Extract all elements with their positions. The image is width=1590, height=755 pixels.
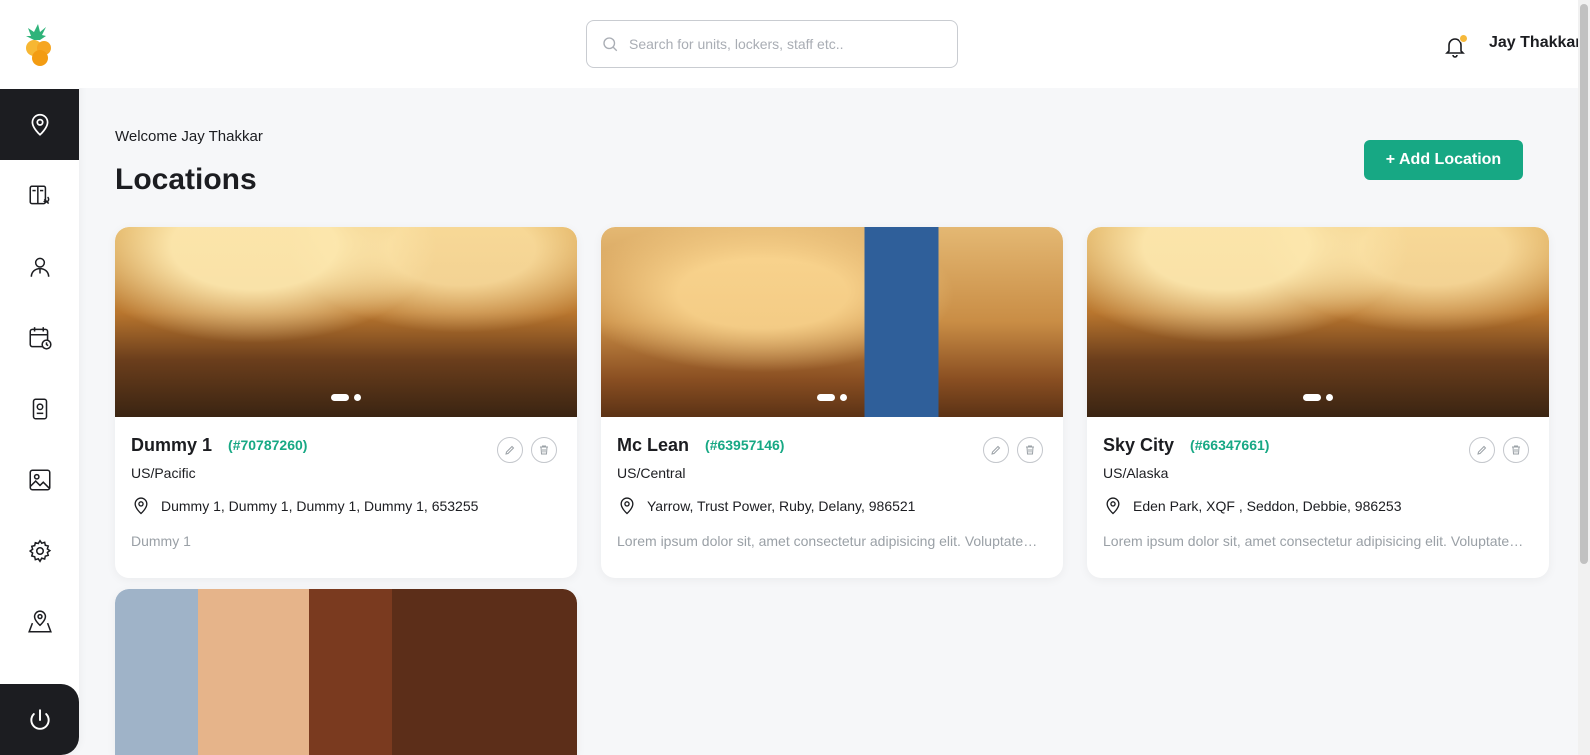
device-icon	[32, 397, 47, 420]
delete-button[interactable]	[1503, 437, 1529, 463]
sidebar	[0, 0, 79, 755]
sidebar-item-locations[interactable]	[0, 89, 79, 160]
address-text: Eden Park, XQF , Seddon, Debbie, 986253	[1133, 498, 1402, 514]
sidebar-item-map[interactable]	[0, 586, 79, 657]
logout-button[interactable]	[0, 684, 79, 755]
location-pin-icon	[134, 497, 148, 515]
location-id: (#63957146)	[705, 437, 785, 453]
pencil-icon	[1477, 445, 1487, 455]
address-text: Dummy 1, Dummy 1, Dummy 1, Dummy 1, 6532…	[161, 498, 479, 514]
location-name: Mc Lean	[617, 434, 690, 455]
sidebar-item-staff[interactable]	[0, 231, 79, 302]
pencil-icon	[505, 445, 515, 455]
sidebar-item-schedule[interactable]	[0, 302, 79, 373]
location-timezone: US/Central	[617, 465, 686, 481]
location-name: Sky City	[1103, 434, 1175, 455]
trash-icon	[540, 445, 548, 455]
location-image[interactable]	[115, 589, 577, 755]
sidebar-item-lockers[interactable]	[0, 160, 79, 231]
trash-icon	[1026, 445, 1034, 455]
scrollbar[interactable]	[1578, 0, 1590, 755]
notification-badge	[1459, 34, 1468, 43]
carousel-dots[interactable]	[331, 394, 361, 401]
locker-tools-icon	[28, 184, 49, 204]
location-image[interactable]	[115, 227, 577, 417]
location-pin-icon	[31, 113, 48, 136]
notification-button[interactable]	[1443, 33, 1468, 59]
location-image[interactable]	[1087, 227, 1549, 417]
staff-icon	[30, 257, 49, 277]
location-pin-icon	[620, 497, 634, 515]
delete-button[interactable]	[1017, 437, 1043, 463]
add-location-button[interactable]: + Add Location	[1364, 140, 1523, 180]
sidebar-item-settings[interactable]	[0, 515, 79, 586]
search-input[interactable]	[629, 36, 929, 52]
location-address: Dummy 1, Dummy 1, Dummy 1, Dummy 1, 6532…	[131, 495, 561, 517]
pencil-icon	[991, 445, 1001, 455]
edit-button[interactable]	[497, 437, 523, 463]
location-name: Dummy 1	[131, 434, 213, 455]
location-timezone: US/Pacific	[131, 465, 196, 481]
top-bar: Jay Thakkar	[79, 0, 1590, 88]
location-card[interactable]: Dummy 1 (#70787260) US/Pacific Dummy 1, …	[115, 227, 577, 578]
location-card[interactable]: Sky City (#66347661) US/Alaska Eden Park…	[1087, 227, 1549, 578]
gear-icon	[28, 538, 51, 563]
location-address: Eden Park, XQF , Seddon, Debbie, 986253	[1103, 495, 1533, 517]
image-icon	[28, 468, 51, 491]
location-address: Yarrow, Trust Power, Ruby, Delany, 98652…	[617, 495, 1047, 517]
power-icon	[29, 708, 50, 730]
location-description: Lorem ipsum dolor sit, amet consectetur …	[617, 533, 1047, 549]
page-title: Locations	[115, 163, 257, 196]
delete-button[interactable]	[531, 437, 557, 463]
location-timezone: US/Alaska	[1103, 465, 1169, 481]
address-text: Yarrow, Trust Power, Ruby, Delany, 98652…	[647, 498, 916, 514]
location-id: (#70787260)	[228, 437, 308, 453]
welcome-text: Welcome Jay Thakkar	[115, 128, 263, 145]
location-image[interactable]	[601, 227, 1063, 417]
location-description: Dummy 1	[131, 533, 191, 549]
edit-button[interactable]	[1469, 437, 1495, 463]
map-pin-icon	[27, 609, 52, 633]
carousel-dots[interactable]	[817, 394, 847, 401]
location-card[interactable]	[115, 589, 577, 755]
user-name[interactable]: Jay Thakkar	[1489, 34, 1582, 52]
location-pin-icon	[1106, 497, 1120, 515]
sidebar-item-devices[interactable]	[0, 373, 79, 444]
location-id: (#66347661)	[1190, 437, 1270, 453]
search-box[interactable]	[586, 20, 958, 68]
carousel-dots[interactable]	[1303, 394, 1333, 401]
location-description: Lorem ipsum dolor sit, amet consectetur …	[1103, 533, 1533, 549]
sidebar-item-gallery[interactable]	[0, 444, 79, 515]
search-icon	[603, 37, 618, 52]
scrollbar-thumb[interactable]	[1580, 4, 1588, 564]
trash-icon	[1512, 445, 1520, 455]
location-card[interactable]: Mc Lean (#63957146) US/Central Yarrow, T…	[601, 227, 1063, 578]
edit-button[interactable]	[983, 437, 1009, 463]
app-logo[interactable]	[18, 22, 60, 68]
calendar-clock-icon	[28, 326, 52, 350]
